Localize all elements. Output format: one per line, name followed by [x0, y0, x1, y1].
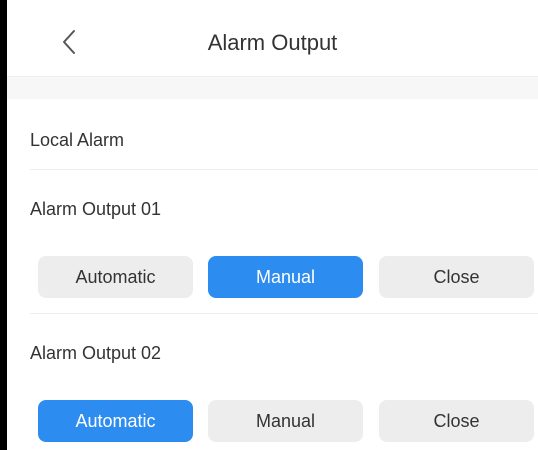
alarm-output-01-automatic-button[interactable]: Automatic [38, 256, 193, 298]
alarm-output-02-manual-button[interactable]: Manual [208, 400, 363, 442]
local-alarm-label: Local Alarm [30, 130, 125, 150]
section-gap [7, 77, 538, 99]
alarm-output-02-close-button[interactable]: Close [379, 400, 534, 442]
alarm-output-02-automatic-button[interactable]: Automatic [38, 400, 193, 442]
divider [30, 313, 538, 314]
alarm-output-01-close-button[interactable]: Close [379, 256, 534, 298]
page-title: Alarm Output [207, 30, 338, 55]
alarm-output-screen: Alarm Output Local Alarm Alarm Output 01… [7, 0, 538, 450]
alarm-output-01-manual-button[interactable]: Manual [208, 256, 363, 298]
alarm-output-01-label: Alarm Output 01 [30, 199, 162, 219]
alarm-output-02-label: Alarm Output 02 [30, 343, 162, 363]
header-bar: Alarm Output [7, 0, 538, 78]
divider [30, 169, 538, 170]
device-frame-edge [0, 0, 7, 450]
